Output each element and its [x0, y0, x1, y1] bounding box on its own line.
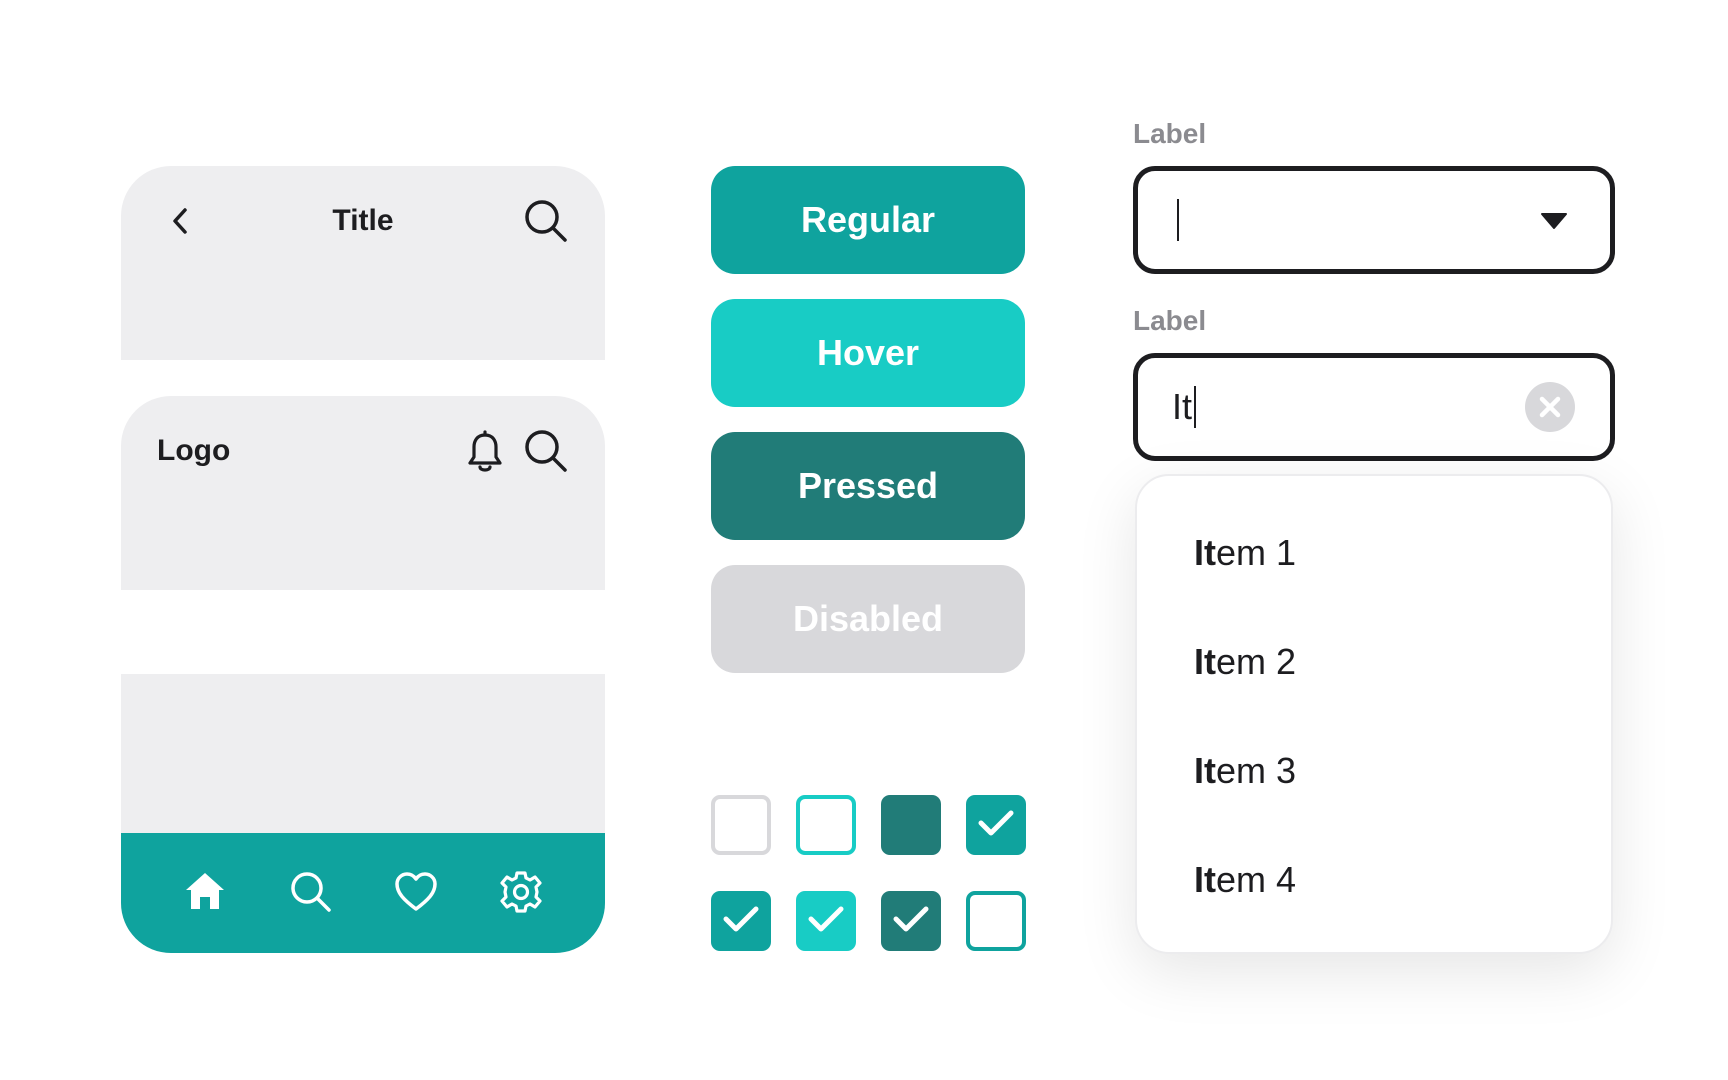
list-item-rest: em 4 — [1216, 859, 1297, 900]
search-field-value: It — [1172, 386, 1193, 427]
gear-icon[interactable] — [499, 870, 543, 914]
search-field[interactable]: It — [1133, 353, 1615, 461]
checkbox-unchecked-pressed[interactable] — [881, 795, 941, 855]
list-item-rest: em 2 — [1216, 641, 1297, 682]
disabled-button: Disabled — [711, 565, 1025, 673]
list-item-rest: em 3 — [1216, 750, 1297, 791]
list-item[interactable]: Item 1 — [1194, 532, 1296, 574]
home-icon[interactable] — [183, 870, 227, 912]
select-field-label: Label — [1133, 118, 1207, 149]
checkbox-unchecked-focused[interactable] — [966, 891, 1026, 951]
checkbox-checked-hover[interactable] — [796, 891, 856, 951]
list-item-match: It — [1194, 750, 1216, 791]
bottom-navigation-bar — [121, 833, 605, 953]
heart-icon[interactable] — [394, 871, 438, 913]
select-field[interactable] — [1133, 166, 1615, 274]
list-item[interactable]: Item 2 — [1194, 641, 1296, 683]
text-cursor — [1194, 386, 1196, 428]
list-item-match: It — [1194, 641, 1216, 682]
check-icon — [807, 904, 845, 939]
checkbox-unchecked-hover[interactable] — [796, 795, 856, 855]
check-icon — [892, 904, 930, 939]
bottom-navigation-card — [121, 674, 605, 953]
list-item[interactable]: Item 3 — [1194, 750, 1296, 792]
checkbox-checked[interactable] — [711, 891, 771, 951]
clear-icon[interactable] — [1524, 381, 1576, 433]
caret-down-icon[interactable] — [1540, 211, 1568, 231]
search-icon[interactable] — [289, 870, 333, 914]
check-icon — [977, 808, 1015, 843]
list-item-match: It — [1194, 859, 1216, 900]
top-app-bar: Title — [121, 166, 605, 360]
pressed-button[interactable]: Pressed — [711, 432, 1025, 540]
checkbox-unchecked[interactable] — [711, 795, 771, 855]
check-icon — [722, 904, 760, 939]
list-item-rest: em 1 — [1216, 532, 1297, 573]
list-item-match: It — [1194, 532, 1216, 573]
checkbox-checked[interactable] — [966, 795, 1026, 855]
text-cursor — [1177, 199, 1179, 241]
logo-app-bar: Logo — [121, 396, 605, 590]
hover-button[interactable]: Hover — [711, 299, 1025, 407]
search-icon[interactable] — [523, 428, 569, 474]
checkbox-checked-pressed[interactable] — [881, 891, 941, 951]
logo-text[interactable]: Logo — [157, 434, 230, 468]
bell-icon[interactable] — [465, 430, 505, 474]
search-icon[interactable] — [523, 198, 569, 244]
list-item[interactable]: Item 4 — [1194, 859, 1296, 901]
autocomplete-dropdown: Item 1 Item 2 Item 3 Item 4 — [1135, 474, 1613, 954]
search-field-label: Label — [1133, 305, 1207, 336]
regular-button[interactable]: Regular — [711, 166, 1025, 274]
